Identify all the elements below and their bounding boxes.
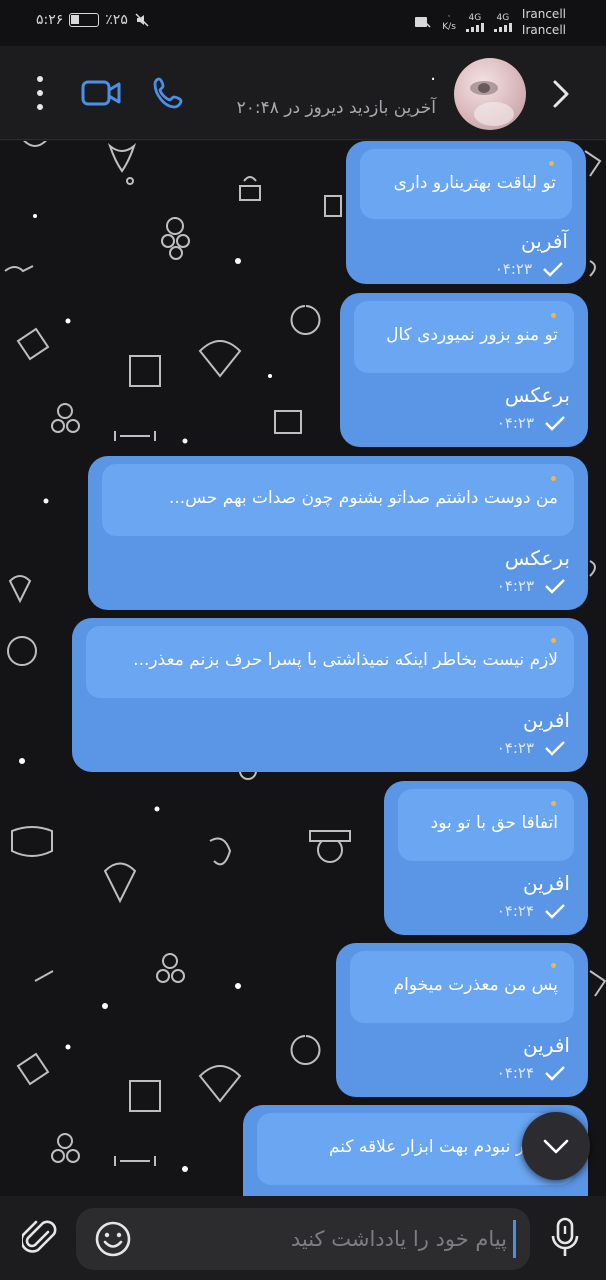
- microphone-icon[interactable]: [548, 1216, 582, 1260]
- back-chevron-icon[interactable]: [544, 76, 578, 112]
- message-time: ۰۴:۲۳: [496, 577, 534, 595]
- reply-dot: [551, 963, 556, 968]
- message-meta: ۰۴:۲۴: [350, 1057, 574, 1089]
- reply-dot: [551, 801, 556, 806]
- message-time: ۰۴:۲۳: [494, 260, 532, 278]
- emoji-icon[interactable]: [94, 1220, 132, 1258]
- reply-preview[interactable]: من دوست داشتم صداتو بشنوم چون صدات بهم ح…: [102, 464, 574, 536]
- message-text: برعکس: [504, 546, 570, 570]
- mute-icon: [135, 13, 149, 27]
- reply-preview-text: اتفاقا حق با تو بود: [430, 813, 558, 833]
- net-type-1: 4G: [465, 13, 484, 32]
- last-seen-status: آخرین بازدید دیروز در ۲۰:۴۸: [236, 98, 436, 118]
- composer-bar: [0, 1196, 606, 1280]
- battery-icon: [69, 13, 100, 27]
- reply-dot: [551, 638, 556, 643]
- message-bubble[interactable]: تو لیاقت بهترینارو داری آفرین ۰۴:۲۳: [346, 141, 586, 284]
- message-meta: ۰۴:۲۴: [398, 895, 574, 927]
- status-left: ۵:۲۶ ٪۲۵: [36, 12, 150, 28]
- message-meta: ۰۴:۲۳: [102, 570, 574, 602]
- avatar-image: [470, 81, 514, 126]
- sim-icon: [415, 17, 431, 28]
- reply-dot: [551, 313, 556, 318]
- message-time: ۰۴:۲۳: [496, 414, 534, 432]
- message-bubble[interactable]: من دوست داشتم صداتو بشنوم چون صدات بهم ح…: [88, 456, 588, 610]
- message-meta: ۰۴:۲۳: [360, 253, 572, 285]
- reply-preview[interactable]: تو منو بزور نمیوردی کال: [354, 301, 574, 373]
- battery-percent: ٪۲۵: [105, 12, 128, 28]
- status-time: ۵:۲۶: [36, 12, 64, 28]
- carrier-names: Irancell Irancell: [521, 7, 566, 37]
- reply-preview-text: تو لیاقت بهترینارو داری: [393, 173, 556, 193]
- reply-preview[interactable]: لازم نیست بخاطر اینکه نمیذاشتی با پسرا ح…: [86, 626, 574, 698]
- message-bubble[interactable]: تو منو بزور نمیوردی کال برعکس ۰۴:۲۳: [340, 293, 588, 447]
- reply-preview[interactable]: اتفاقا حق با تو بود: [398, 789, 574, 861]
- message-text: افرین: [523, 1033, 570, 1057]
- reply-dot: [551, 476, 556, 481]
- message-text: افرین: [523, 708, 570, 732]
- chevron-down-icon: [543, 1139, 569, 1154]
- message-time: ۰۴:۲۴: [496, 902, 534, 920]
- reply-preview[interactable]: پس من معذرت میخوام: [350, 951, 574, 1023]
- menu-dots-icon[interactable]: [30, 76, 50, 110]
- phone-icon[interactable]: [150, 74, 188, 112]
- reply-preview[interactable]: تو لیاقت بهترینارو داری: [360, 149, 572, 219]
- status-bar: ۵:۲۶ ٪۲۵ · K/s 4G 4G Irancell Irancell: [0, 0, 606, 46]
- chat-area[interactable]: تو لیاقت بهترینارو داری آفرین ۰۴:۲۳ تو م…: [0, 141, 606, 1196]
- reply-preview-text: تو منو بزور نمیوردی کال: [386, 325, 558, 345]
- reply-preview-text: پس من معذرت میخوام: [393, 975, 558, 995]
- message-text: برعکس: [504, 383, 570, 407]
- message-text: افرین: [523, 871, 570, 895]
- checkmark-icon: [545, 579, 565, 594]
- contact-name[interactable]: .: [430, 64, 436, 85]
- reply-preview-text: من دوست داشتم صداتو بشنوم چون صدات بهم ح…: [168, 488, 558, 508]
- message-time: ۰۴:۲۴: [496, 1064, 534, 1082]
- net-type-2: 4G: [493, 13, 512, 32]
- chat-header: . آخرین بازدید دیروز در ۲۰:۴۸: [0, 46, 606, 140]
- reply-dot: [549, 161, 554, 166]
- checkmark-icon: [545, 741, 565, 756]
- message-input-wrapper: [76, 1208, 530, 1270]
- net-speed: · K/s: [442, 12, 456, 32]
- avatar[interactable]: [454, 58, 526, 130]
- paperclip-icon[interactable]: [22, 1218, 58, 1258]
- reply-preview-text: لازم نیست بخاطر اینکه نمیذاشتی با پسرا ح…: [133, 650, 558, 670]
- video-call-icon[interactable]: [80, 74, 122, 112]
- reply-preview-text: مجبور نبودم بهت ابزار علاقه کنم: [328, 1137, 558, 1157]
- scroll-down-button[interactable]: [522, 1112, 590, 1180]
- message-time: ۰۴:۲۳: [496, 739, 534, 757]
- message-bubble[interactable]: لازم نیست بخاطر اینکه نمیذاشتی با پسرا ح…: [72, 618, 588, 772]
- checkmark-icon: [545, 416, 565, 431]
- message-input[interactable]: [156, 1220, 516, 1258]
- checkmark-icon: [545, 904, 565, 919]
- message-bubble[interactable]: اتفاقا حق با تو بود افرین ۰۴:۲۴: [384, 781, 588, 935]
- status-right: · K/s 4G 4G Irancell Irancell: [414, 6, 566, 38]
- checkmark-icon: [545, 1066, 565, 1081]
- checkmark-icon: [543, 262, 563, 277]
- message-meta: ۰۴:۲۳: [86, 732, 574, 764]
- message-text: آفرین: [521, 229, 568, 253]
- message-meta: ۰۴:۲۳: [354, 407, 574, 439]
- message-bubble[interactable]: پس من معذرت میخوام افرین ۰۴:۲۴: [336, 943, 588, 1097]
